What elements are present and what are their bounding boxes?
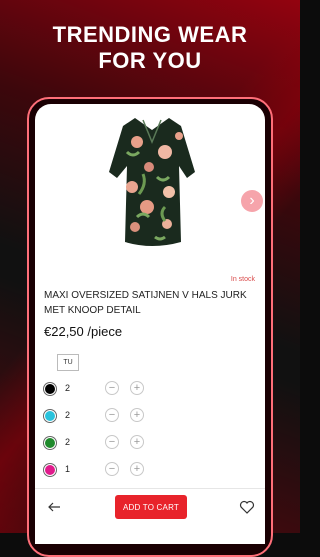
product-screen: › In stock MAXI OVERSIZED SATIJNEN V HAL… [35,104,265,544]
product-price: €22,50 /piece [44,324,123,339]
bottom-action-bar: ADD TO CART [35,488,265,544]
color-swatch[interactable] [44,383,56,395]
headline-line1: TRENDING WEAR [52,22,248,47]
increase-button[interactable]: + [130,408,144,422]
product-title: MAXI OVERSIZED SATIJNEN V HALS JURK MET … [44,290,247,316]
increase-button[interactable]: + [130,381,144,395]
quantity-value: 1 [65,464,71,474]
color-row-cyan: 2 − + [44,408,254,428]
headline: TRENDING WEAR FOR YOU [0,22,300,74]
decrease-button[interactable]: − [105,435,119,449]
quantity-value: 2 [65,383,71,393]
color-swatch[interactable] [44,437,56,449]
decrease-button[interactable]: − [105,462,119,476]
color-swatch[interactable] [44,464,56,476]
decrease-button[interactable]: − [105,408,119,422]
add-to-cart-button[interactable]: ADD TO CART [115,495,187,519]
headline-line2: FOR YOU [98,48,202,73]
color-row-magenta: 1 − + [44,462,254,482]
quantity-value: 2 [65,410,71,420]
product-image [109,118,195,246]
increase-button[interactable]: + [130,462,144,476]
chevron-right-icon: › [249,192,255,209]
heart-icon[interactable] [239,499,255,515]
color-row-green: 2 − + [44,435,254,455]
stock-status: In stock [230,276,255,283]
arrow-left-icon[interactable] [46,499,62,515]
decrease-button[interactable]: − [105,381,119,395]
quantity-value: 2 [65,437,71,447]
next-image-button[interactable]: › [241,190,263,212]
color-row-black: 2 − + [44,381,254,401]
color-swatch[interactable] [44,410,56,422]
size-option[interactable]: TU [57,354,79,371]
increase-button[interactable]: + [130,435,144,449]
